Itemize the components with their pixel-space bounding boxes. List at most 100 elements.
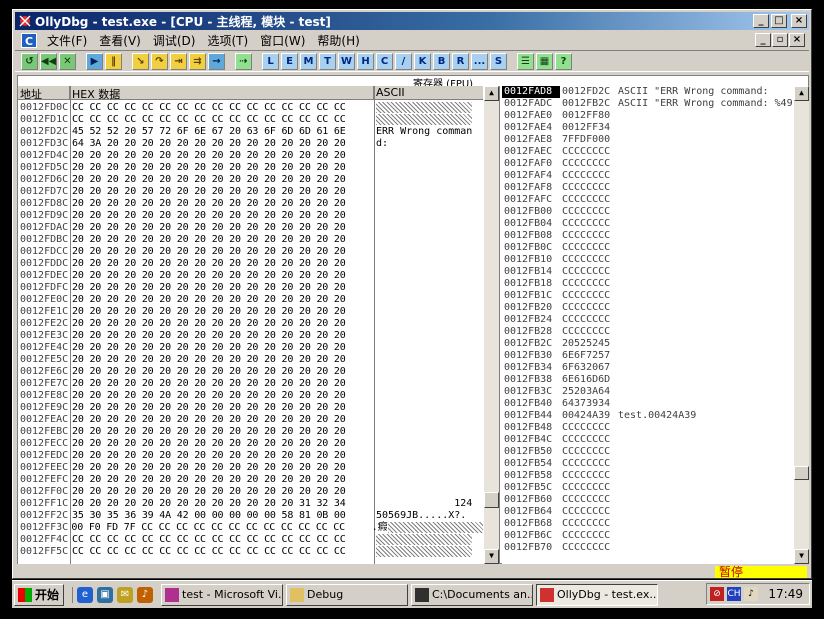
stack-row[interactable]: 0012FB3C 25203A64: [502, 386, 809, 398]
trace-into-icon[interactable]: ⇥: [170, 52, 187, 70]
trace-over-icon[interactable]: ⇉: [189, 52, 206, 70]
cpu-icon[interactable]: C: [376, 52, 393, 70]
title-bar[interactable]: OllyDbg - test.exe - [CPU - 主线程, 模块 - te…: [15, 12, 809, 30]
taskbar-item[interactable]: test - Microsoft Vi...: [161, 583, 283, 606]
source-icon[interactable]: S: [490, 52, 507, 70]
open-icon[interactable]: ↺: [21, 52, 38, 70]
stack-row[interactable]: 0012FAFC CCCCCCCC: [502, 194, 809, 206]
log-icon[interactable]: L: [262, 52, 279, 70]
dump-row[interactable]: 0012FF0C 20 20 20 20 20 20 20 20 20 20 20…: [18, 486, 484, 498]
stack-row[interactable]: 0012FB00 CCCCCCCC: [502, 206, 809, 218]
stack-row[interactable]: 0012FB1C CCCCCCCC: [502, 290, 809, 302]
list-icon[interactable]: ☰: [517, 52, 534, 70]
scroll-down-icon[interactable]: ▼: [794, 549, 809, 564]
stack-row[interactable]: 0012FB24 CCCCCCCC: [502, 314, 809, 326]
scroll-up-icon[interactable]: ▲: [794, 86, 809, 101]
stack-row[interactable]: 0012FB5C CCCCCCCC: [502, 482, 809, 494]
dump-row[interactable]: 0012FEDC 20 20 20 20 20 20 20 20 20 20 20…: [18, 450, 484, 462]
menu-help[interactable]: 帮助(H): [311, 32, 365, 49]
stack-row[interactable]: 0012FB50 CCCCCCCC: [502, 446, 809, 458]
stack-row[interactable]: 0012FAF0 CCCCCCCC: [502, 158, 809, 170]
dump-row[interactable]: 0012FDFC 20 20 20 20 20 20 20 20 20 20 20…: [18, 282, 484, 294]
stack-row[interactable]: 0012FAD8 0012FD2C ASCII "ERR Wrong command…: [502, 86, 809, 98]
stack-row[interactable]: 0012FB04 CCCCCCCC: [502, 218, 809, 230]
ime-ch-icon[interactable]: CH: [727, 587, 741, 601]
dump-row[interactable]: 0012FE2C 20 20 20 20 20 20 20 20 20 20 20…: [18, 318, 484, 330]
stack-row[interactable]: 0012FB18 CCCCCCCC: [502, 278, 809, 290]
breakpoints-icon[interactable]: B: [433, 52, 450, 70]
dump-pane[interactable]: 地址 HEX 数据 ASCII 0012FD0C CC CC CC CC CC C…: [18, 86, 500, 564]
dump-row[interactable]: 0012FECC 20 20 20 20 20 20 20 20 20 20 20…: [18, 438, 484, 450]
media-icon[interactable]: ♪: [137, 586, 153, 603]
child-restore-button[interactable]: ▫: [772, 33, 788, 47]
dump-row[interactable]: 0012FDCC 20 20 20 20 20 20 20 20 20 20 20…: [18, 246, 484, 258]
stack-row[interactable]: 0012FB2C 20525245: [502, 338, 809, 350]
column-ascii[interactable]: ASCII: [374, 86, 484, 99]
taskbar-item[interactable]: OllyDbg - test.ex...: [536, 583, 658, 606]
grid-icon[interactable]: ▦: [536, 52, 553, 70]
stack-row[interactable]: 0012FAE0 0012FF80: [502, 110, 809, 122]
dump-row[interactable]: 0012FE8C 20 20 20 20 20 20 20 20 20 20 20…: [18, 390, 484, 402]
dump-row[interactable]: 0012FE4C 20 20 20 20 20 20 20 20 20 20 20…: [18, 342, 484, 354]
dump-row[interactable]: 0012FD3C 64 3A 20 20 20 20 20 20 20 20 20…: [18, 138, 484, 150]
dump-row[interactable]: 0012FEBC 20 20 20 20 20 20 20 20 20 20 20…: [18, 426, 484, 438]
column-hex[interactable]: HEX 数据: [70, 86, 374, 101]
outlook-icon[interactable]: ✉: [117, 586, 133, 603]
stack-row[interactable]: 0012FB54 CCCCCCCC: [502, 458, 809, 470]
execute-till-return-icon[interactable]: →: [208, 52, 225, 70]
child-close-button[interactable]: ×: [789, 33, 805, 47]
stack-row[interactable]: 0012FB20 CCCCCCCC: [502, 302, 809, 314]
stack-row[interactable]: 0012FB48 CCCCCCCC: [502, 422, 809, 434]
language-bar-icon[interactable]: ⊘: [710, 587, 724, 601]
stack-row[interactable]: 0012FB28 CCCCCCCC: [502, 326, 809, 338]
stack-row[interactable]: 0012FB30 6E6F7257: [502, 350, 809, 362]
stack-row[interactable]: 0012FB58 CCCCCCCC: [502, 470, 809, 482]
stack-pane[interactable]: 0012FAD8 0012FD2C ASCII "ERR Wrong command…: [502, 86, 809, 564]
dump-row[interactable]: 0012FDDC 20 20 20 20 20 20 20 20 20 20 20…: [18, 258, 484, 270]
dump-row[interactable]: 0012FD6C 20 20 20 20 20 20 20 20 20 20 20…: [18, 174, 484, 186]
threads-icon[interactable]: T: [319, 52, 336, 70]
cpu-child-icon[interactable]: C: [21, 32, 37, 48]
stack-row[interactable]: 0012FAE8 7FFDF000: [502, 134, 809, 146]
goto-icon[interactable]: ⇢: [235, 52, 252, 70]
taskbar-item[interactable]: Debug: [286, 583, 408, 606]
menu-window[interactable]: 窗口(W): [254, 32, 311, 49]
scroll-thumb[interactable]: [794, 466, 809, 480]
restart-icon[interactable]: ◀◀: [40, 52, 57, 70]
stack-row[interactable]: 0012FB14 CCCCCCCC: [502, 266, 809, 278]
close-program-icon[interactable]: ✕: [59, 52, 76, 70]
dump-row[interactable]: 0012FE0C 20 20 20 20 20 20 20 20 20 20 20…: [18, 294, 484, 306]
handles-icon[interactable]: H: [357, 52, 374, 70]
dump-row[interactable]: 0012FD2C 45 52 52 20 57 72 6F 6E 67 20 63…: [18, 126, 484, 138]
dump-row[interactable]: 0012FD4C 20 20 20 20 20 20 20 20 20 20 20…: [18, 150, 484, 162]
column-address[interactable]: 地址: [18, 86, 70, 101]
scroll-up-icon[interactable]: ▲: [484, 86, 499, 101]
help-icon[interactable]: ?: [555, 52, 572, 70]
dump-row[interactable]: 0012FF5C CC CC CC CC CC CC CC CC CC CC CC…: [18, 546, 484, 558]
stack-row[interactable]: 0012FAEC CCCCCCCC: [502, 146, 809, 158]
run-trace-icon[interactable]: ...: [471, 52, 488, 70]
menu-view[interactable]: 查看(V): [93, 32, 147, 49]
scroll-thumb[interactable]: [484, 492, 499, 508]
dump-row[interactable]: 0012FD5C 20 20 20 20 20 20 20 20 20 20 20…: [18, 162, 484, 174]
call-stack-icon[interactable]: K: [414, 52, 431, 70]
step-into-icon[interactable]: ↘: [132, 52, 149, 70]
stack-row[interactable]: 0012FB08 CCCCCCCC: [502, 230, 809, 242]
desktop-icon[interactable]: ▣: [97, 586, 113, 603]
maximize-button[interactable]: □: [771, 14, 787, 28]
modules-icon[interactable]: E: [281, 52, 298, 70]
dump-row[interactable]: 0012FE5C 20 20 20 20 20 20 20 20 20 20 20…: [18, 354, 484, 366]
volume-icon[interactable]: ♪: [744, 587, 758, 601]
start-button[interactable]: 开始: [14, 583, 64, 606]
close-button[interactable]: ×: [791, 14, 807, 28]
run-icon[interactable]: ▶: [86, 52, 103, 70]
dump-row[interactable]: 0012FE3C 20 20 20 20 20 20 20 20 20 20 20…: [18, 330, 484, 342]
dump-row[interactable]: 0012FEAC 20 20 20 20 20 20 20 20 20 20 20…: [18, 414, 484, 426]
dump-row[interactable]: 0012FD7C 20 20 20 20 20 20 20 20 20 20 20…: [18, 186, 484, 198]
dump-row[interactable]: 0012FEFC 20 20 20 20 20 20 20 20 20 20 20…: [18, 474, 484, 486]
dump-row[interactable]: 0012FD8C 20 20 20 20 20 20 20 20 20 20 20…: [18, 198, 484, 210]
minimize-button[interactable]: _: [753, 14, 769, 28]
ie-icon[interactable]: e: [77, 586, 93, 603]
dump-row[interactable]: 0012FEEC 20 20 20 20 20 20 20 20 20 20 20…: [18, 462, 484, 474]
patches-icon[interactable]: /: [395, 52, 412, 70]
